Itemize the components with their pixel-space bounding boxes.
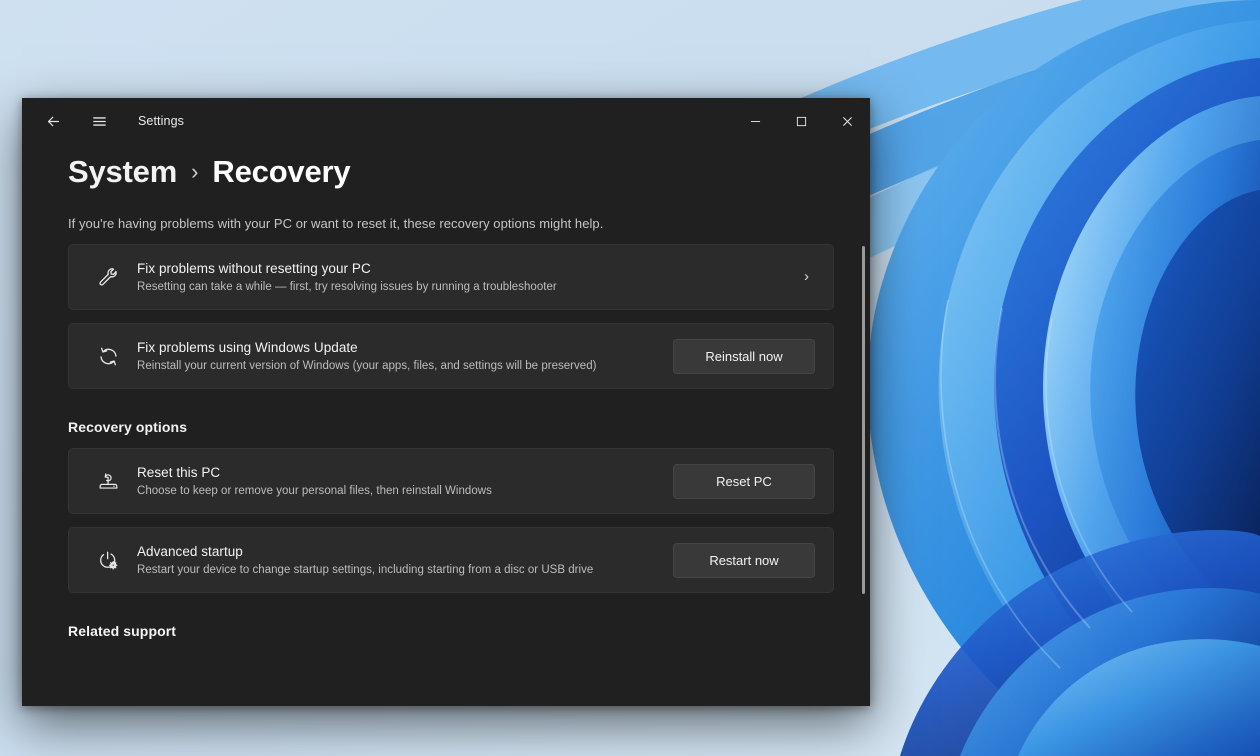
reset-pc-icon (91, 471, 125, 492)
scrollbar-track[interactable] (860, 194, 867, 706)
breadcrumb-separator-icon: › (191, 159, 199, 184)
restart-now-button[interactable]: Restart now (673, 542, 815, 578)
card-subtitle: Reinstall your current version of Window… (137, 359, 597, 372)
hamburger-icon (92, 116, 106, 126)
close-button[interactable] (824, 98, 870, 144)
back-arrow-icon (47, 116, 59, 126)
card-advanced-startup: Advanced startup Restart your device to … (68, 527, 834, 593)
chevron-right-icon[interactable]: › (804, 268, 815, 285)
breadcrumb: System › Recovery (68, 154, 834, 190)
window-titlebar: Settings (22, 98, 870, 144)
card-title: Fix problems without resetting your PC (137, 260, 371, 276)
section-title-recovery-options: Recovery options (68, 419, 188, 435)
window-controls (732, 98, 870, 144)
reinstall-now-button[interactable]: Reinstall now (673, 338, 815, 374)
card-subtitle: Choose to keep or remove your personal f… (137, 484, 492, 497)
wrench-icon (91, 267, 125, 288)
minimize-button[interactable] (732, 98, 778, 144)
back-button[interactable] (36, 106, 70, 136)
power-gear-icon (91, 550, 125, 571)
minimize-icon (750, 120, 760, 122)
page-title: Recovery (212, 154, 351, 189)
card-title: Reset this PC (137, 464, 221, 480)
close-icon (842, 116, 852, 126)
card-subtitle: Restart your device to change startup se… (137, 563, 594, 576)
menu-button[interactable] (82, 106, 116, 136)
refresh-icon (91, 346, 125, 367)
settings-content: System › Recovery If you're having probl… (22, 144, 870, 706)
card-subtitle: Resetting can take a while — first, try … (137, 280, 557, 293)
reset-pc-button[interactable]: Reset PC (673, 463, 815, 499)
card-title: Fix problems using Windows Update (137, 339, 358, 355)
card-title: Advanced startup (137, 543, 243, 559)
page-subtitle: If you're having problems with your PC o… (68, 216, 604, 231)
maximize-button[interactable] (778, 98, 824, 144)
scrollbar-thumb[interactable] (862, 246, 865, 594)
section-title-related-support: Related support (68, 623, 177, 639)
card-fix-problems-without-resetting[interactable]: Fix problems without resetting your PC R… (68, 244, 834, 310)
settings-window: Settings System › Recovery If you're hav… (22, 98, 870, 706)
card-fix-problems-windows-update: Fix problems using Windows Update Reinst… (68, 323, 834, 389)
breadcrumb-root[interactable]: System (68, 154, 177, 190)
card-reset-this-pc: Reset this PC Choose to keep or remove y… (68, 448, 834, 514)
desktop: Settings System › Recovery If you're hav… (0, 0, 1260, 756)
app-title: Settings (138, 114, 184, 128)
maximize-icon (796, 116, 806, 126)
